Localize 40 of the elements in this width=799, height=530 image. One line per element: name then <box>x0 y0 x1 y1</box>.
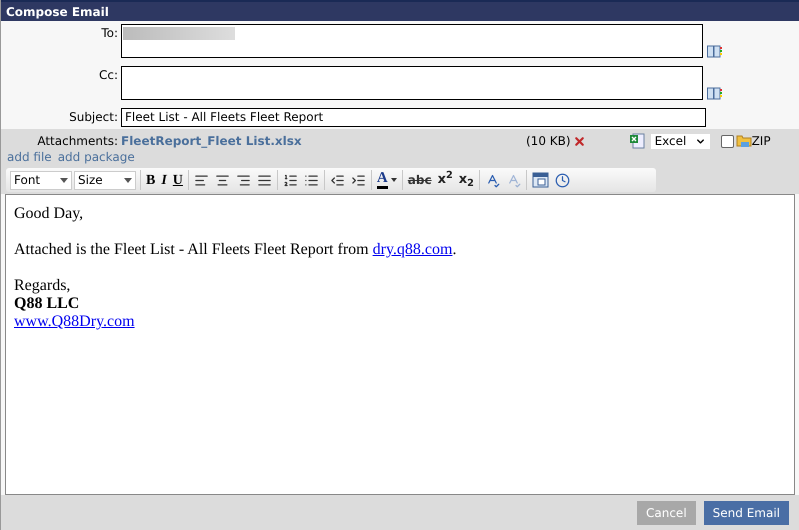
font-color-button[interactable]: A <box>374 170 400 190</box>
attachment-link[interactable]: FleetReport_Fleet List.xlsx <box>121 132 526 150</box>
spreadsheet-icon <box>628 133 645 149</box>
zip-label: ZIP <box>752 133 771 150</box>
field-label: To: <box>100 25 119 42</box>
strikethrough-button[interactable]: abc <box>404 170 435 190</box>
body-text: Regards, <box>14 277 72 295</box>
remove-icon[interactable] <box>572 134 586 148</box>
bold-button[interactable]: B <box>143 170 158 190</box>
window-title: Compose Email <box>6 4 109 20</box>
add-link[interactable]: add file <box>7 148 52 166</box>
dropdown[interactable]: Font <box>10 170 72 190</box>
body-text: Good Day, <box>14 205 84 223</box>
field-label: Cc: <box>98 67 119 84</box>
script-button[interactable]: x$^{2}$ <box>434 170 456 190</box>
caret-icon <box>60 178 68 182</box>
subject-field[interactable]: Fleet List - All Fleets Fleet Report <box>121 108 706 127</box>
dropdown[interactable]: Size <box>74 170 136 190</box>
caret-icon <box>390 178 397 182</box>
folder-icon <box>736 133 752 149</box>
italic-button[interactable]: I <box>158 170 170 190</box>
address-book-icon[interactable] <box>707 87 722 100</box>
body-text: Attached is the Fleet List - All Fleets Fleet Report from dry.q88.com. <box>14 241 458 259</box>
field-label: Subject: <box>68 109 119 126</box>
script-button[interactable]: x$_{2}$ <box>456 170 477 190</box>
recipient-field[interactable] <box>121 24 703 58</box>
message-editor[interactable]: Good Day, Attached is the Fleet List - All Fleets Fleet Report from dry.q88.com. Regards, Q88 LLC www.Q88Dry.com <box>5 194 795 495</box>
company-name: Q88 LLC <box>14 295 80 313</box>
send-button[interactable]: Send Email <box>704 500 789 524</box>
file-size: (10 KB) <box>526 133 571 150</box>
website-link[interactable]: www.Q88Dry.com <box>14 313 135 331</box>
address-book-icon[interactable] <box>707 45 722 58</box>
underline-button[interactable]: U <box>170 170 186 190</box>
recipient-field[interactable] <box>121 66 703 100</box>
zip-checkbox[interactable] <box>720 134 734 148</box>
add-link[interactable]: add package <box>58 148 135 166</box>
website-link[interactable]: dry.q88.com <box>372 241 452 258</box>
caret-icon <box>124 178 132 182</box>
format-dropdown[interactable]: Excel <box>650 134 710 148</box>
attachments-label: Attachments: <box>36 133 119 150</box>
